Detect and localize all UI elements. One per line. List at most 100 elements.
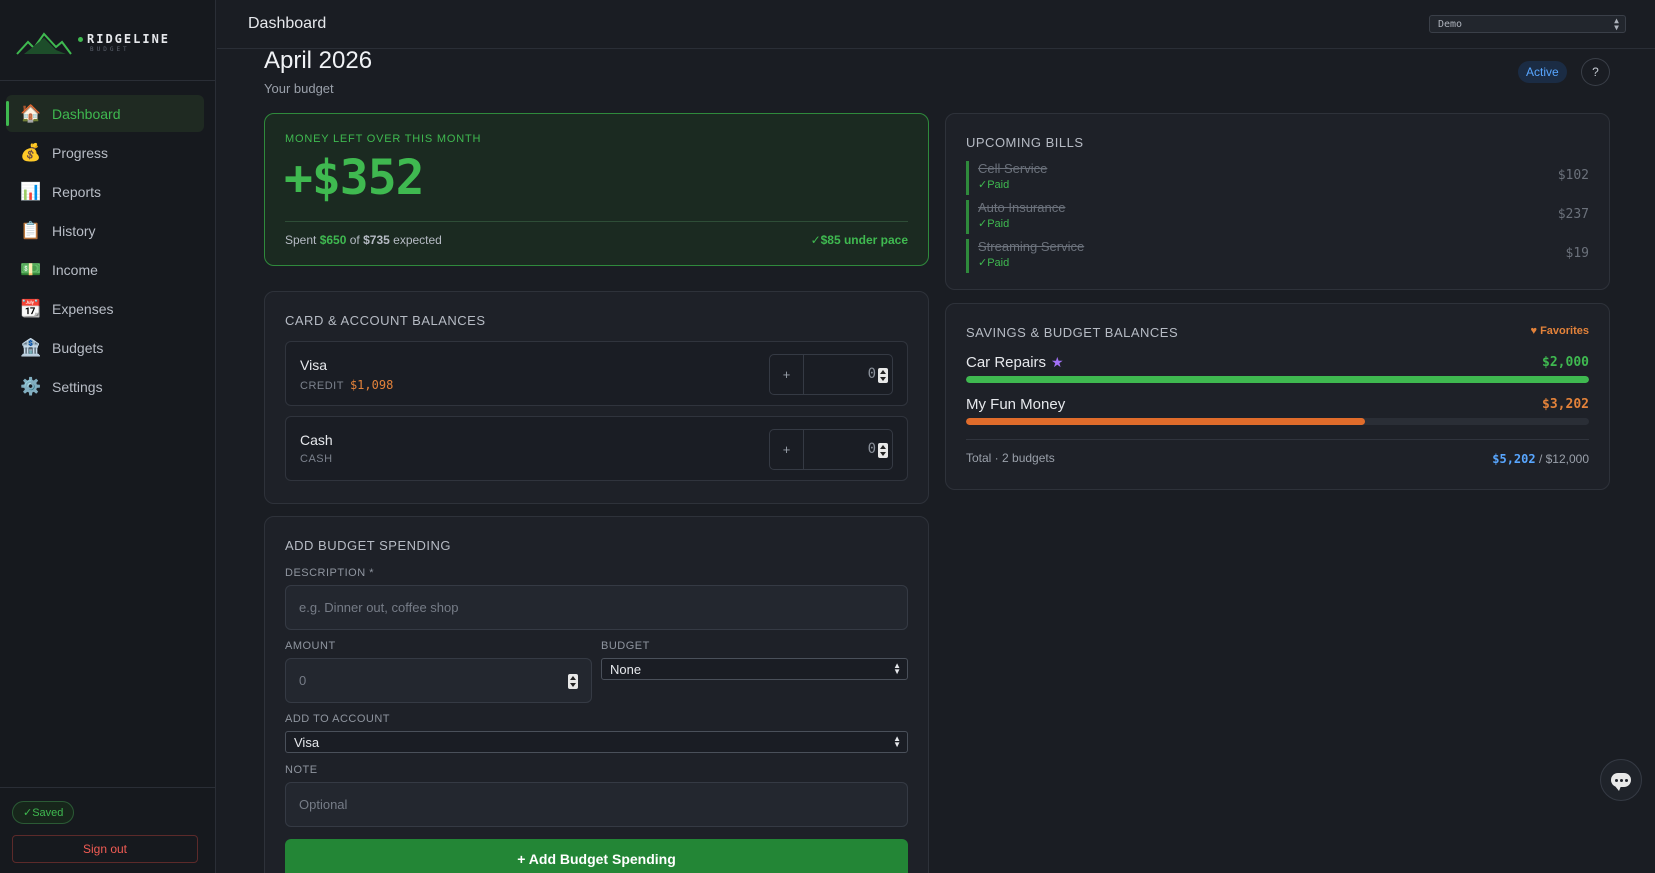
bill-row[interactable]: Cell Service ✓Paid $102 xyxy=(966,161,1589,195)
pace-indicator: ✓$85 under pace xyxy=(810,233,908,247)
budgets-total-amount: $5,202 / $12,000 xyxy=(1492,452,1589,466)
sidebar-item-reports[interactable]: 📊 Reports xyxy=(6,173,204,210)
sidebar-nav: 🏠 Dashboard 💰 Progress 📊 Reports 📋 Histo… xyxy=(6,95,204,407)
bill-name: Cell Service xyxy=(978,161,1048,176)
amount-label: AMOUNT xyxy=(285,640,336,652)
expected-suffix: expected xyxy=(393,233,442,247)
cash-icon: 💵 xyxy=(20,259,42,279)
money-left-value: +$352 xyxy=(284,150,424,206)
description-label: DESCRIPTION * xyxy=(285,567,375,579)
budget-name-label: My Fun Money xyxy=(966,396,1066,413)
page-title: April 2026 xyxy=(264,47,373,74)
clipboard-icon: 📋 xyxy=(20,220,42,240)
sidebar-item-label: Income xyxy=(52,261,98,278)
spent-prefix: Spent xyxy=(285,233,317,247)
card-divider xyxy=(966,439,1589,440)
spent-of: of xyxy=(349,233,360,247)
money-bag-icon: 💰 xyxy=(20,142,42,162)
sign-out-button[interactable]: Sign out xyxy=(12,835,198,863)
brand-name: RIDGELINE xyxy=(87,32,171,46)
bank-icon: 🏦 xyxy=(20,337,42,357)
sidebar-item-settings[interactable]: ⚙️ Settings xyxy=(6,368,204,405)
sidebar-item-budgets[interactable]: 🏦 Budgets xyxy=(6,329,204,366)
amount-placeholder: 0 xyxy=(299,673,307,688)
budget-name-label: Car Repairs xyxy=(966,354,1047,371)
sidebar-divider xyxy=(0,80,215,81)
account-balances-card: CARD & ACCOUNT BALANCES Visa CREDIT $1,09… xyxy=(264,291,929,504)
status-badge: Active xyxy=(1518,61,1567,83)
note-input[interactable]: Optional xyxy=(285,782,908,827)
spinner-arrows-icon[interactable] xyxy=(878,443,888,458)
chat-bubble-icon xyxy=(1611,773,1631,791)
account-name: Visa xyxy=(300,357,327,373)
sidebar-item-label: Budgets xyxy=(52,339,104,356)
help-button[interactable]: ? xyxy=(1581,58,1610,86)
sidebar-item-income[interactable]: 💵 Income xyxy=(6,251,204,288)
sidebar-item-label: Reports xyxy=(52,183,102,200)
budget-name: Car Repairs ★ xyxy=(966,354,1064,371)
account-select[interactable]: Visa ▲ ▼ xyxy=(285,731,908,753)
card-title: ADD BUDGET SPENDING xyxy=(285,538,452,553)
savings-balances-card: SAVINGS & BUDGET BALANCES ♥ Favorites Ca… xyxy=(945,303,1610,490)
spinner-arrows-icon[interactable] xyxy=(878,368,888,383)
budget-progress-fill xyxy=(966,376,1589,383)
bill-row[interactable]: Streaming Service ✓Paid $19 xyxy=(966,239,1589,273)
account-amount-input[interactable]: 0 xyxy=(804,430,892,469)
plus-sign-toggle[interactable]: + xyxy=(770,355,804,394)
account-type: CASH xyxy=(300,453,333,465)
sidebar-item-dashboard[interactable]: 🏠 Dashboard xyxy=(6,95,204,132)
add-spending-card: ADD BUDGET SPENDING DESCRIPTION * e.g. D… xyxy=(264,516,929,873)
favorites-filter[interactable]: ♥ Favorites xyxy=(1531,325,1590,337)
page-subtitle: Your budget xyxy=(264,81,334,96)
budgets-total-label: Total · 2 budgets xyxy=(966,451,1055,465)
sidebar-item-label: Settings xyxy=(52,378,103,395)
card-divider xyxy=(285,221,908,222)
sidebar-item-expenses[interactable]: 📆 Expenses xyxy=(6,290,204,327)
sidebar-item-progress[interactable]: 💰 Progress xyxy=(6,134,204,171)
brand-subtitle: BUDGET xyxy=(90,46,130,53)
spinner-arrows-icon[interactable] xyxy=(568,674,578,689)
sidebar-item-label: Expenses xyxy=(52,300,114,317)
top-header: Dashboard Demo ▲ ▼ xyxy=(217,0,1655,49)
account-amount-value: 0 xyxy=(867,366,876,382)
total-amount: $5,202 xyxy=(1492,452,1536,466)
account-name: Cash xyxy=(300,432,333,448)
house-icon: 🏠 xyxy=(20,103,42,123)
budget-name: My Fun Money xyxy=(966,396,1065,413)
bill-status: ✓Paid xyxy=(978,257,1010,269)
account-type: CREDIT $1,098 xyxy=(300,378,393,392)
amount-input[interactable]: 0 xyxy=(285,658,592,703)
brand-dot xyxy=(78,36,83,42)
bar-chart-icon: 📊 xyxy=(20,181,42,201)
budget-select[interactable]: None ▲ ▼ xyxy=(601,658,908,680)
sidebar-item-history[interactable]: 📋 History xyxy=(6,212,204,249)
account-type-label: CREDIT xyxy=(300,380,344,392)
sidebar: RIDGELINE BUDGET 🏠 Dashboard 💰 Progress … xyxy=(0,0,216,873)
chat-button[interactable] xyxy=(1600,759,1642,801)
profile-select-value: Demo xyxy=(1438,18,1463,30)
bill-amount: $237 xyxy=(1557,207,1589,222)
profile-select[interactable]: Demo ▲ ▼ xyxy=(1429,15,1626,33)
upcoming-bills-card: UPCOMING BILLS Cell Service ✓Paid $102 A… xyxy=(945,113,1610,290)
description-input[interactable]: e.g. Dinner out, coffee shop xyxy=(285,585,908,630)
bill-amount: $19 xyxy=(1565,246,1589,261)
plus-sign-toggle[interactable]: + xyxy=(770,430,804,469)
sidebar-item-label: History xyxy=(52,222,96,239)
budget-progress-fill xyxy=(966,418,1365,425)
brand-logo[interactable]: RIDGELINE BUDGET xyxy=(16,30,170,56)
account-adjust-stepper: + 0 xyxy=(769,429,893,470)
bill-row[interactable]: Auto Insurance ✓Paid $237 xyxy=(966,200,1589,234)
star-icon: ★ xyxy=(1051,354,1064,370)
add-budget-spending-button[interactable]: + Add Budget Spending xyxy=(285,839,908,873)
account-row: Visa CREDIT $1,098 + 0 xyxy=(285,341,908,406)
mountain-logo-icon xyxy=(16,32,72,55)
account-row: Cash CASH + 0 xyxy=(285,416,908,481)
money-left-label: MONEY LEFT OVER THIS MONTH xyxy=(285,133,482,145)
card-title: SAVINGS & BUDGET BALANCES xyxy=(966,325,1179,340)
spent-amount: $650 xyxy=(319,233,347,247)
account-amount-input[interactable]: 0 xyxy=(804,355,892,394)
account-amount-value: 0 xyxy=(867,441,876,457)
money-left-card: MONEY LEFT OVER THIS MONTH +$352 Spent $… xyxy=(264,113,929,266)
gear-icon: ⚙️ xyxy=(20,376,42,396)
budget-label: BUDGET xyxy=(601,640,650,652)
